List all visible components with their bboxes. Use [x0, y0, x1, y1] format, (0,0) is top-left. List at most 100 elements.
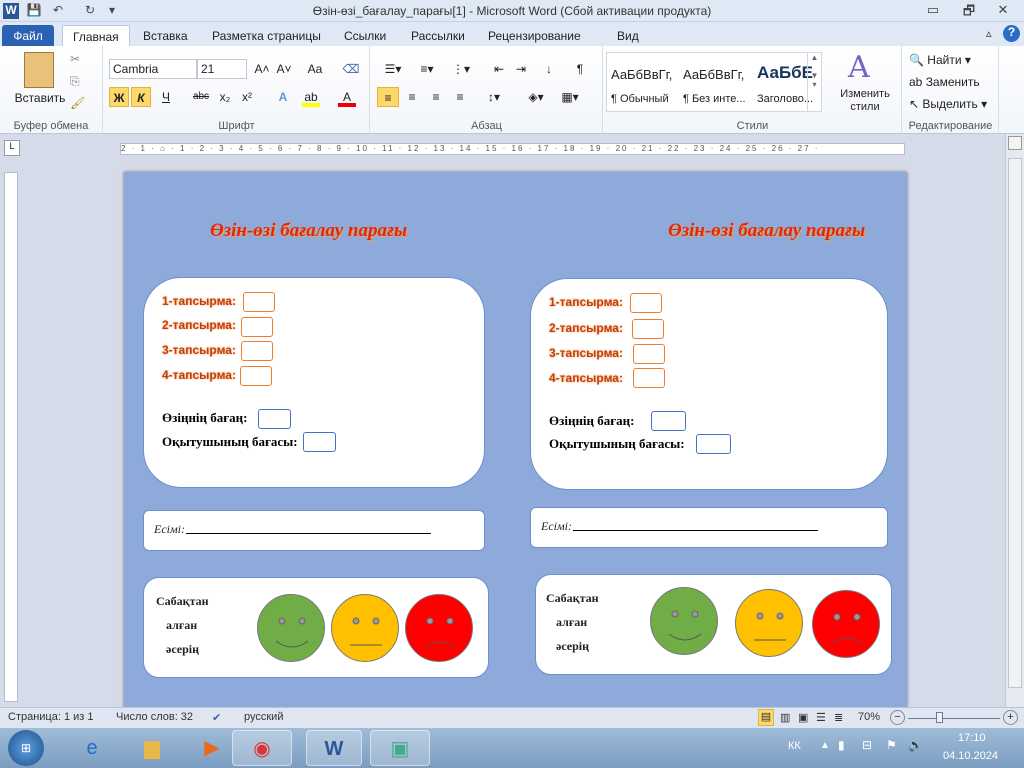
restore-button[interactable]: 🗗	[956, 2, 982, 20]
horizontal-ruler[interactable]: 2 · 1 · ⌂ · 1 · 2 · 3 · 4 · 5 · 6 · 7 · …	[120, 143, 905, 155]
shrink-font-button[interactable]: A˅	[274, 59, 294, 79]
sad-face-icon[interactable]	[405, 594, 473, 662]
full-screen-reading-icon[interactable]: ▥	[780, 711, 790, 724]
align-right-button[interactable]: ≡	[425, 87, 447, 107]
align-center-button[interactable]: ≡	[401, 87, 423, 107]
self-grade-box[interactable]	[651, 411, 686, 431]
style-normal-name[interactable]: ¶ Обычный	[611, 93, 669, 105]
style-heading-preview[interactable]: АаБбЕ	[757, 63, 813, 83]
change-case-button[interactable]: Aa	[304, 59, 326, 79]
document-page[interactable]: Өзін-өзі бағалау парағы 1-тапсырма: 2-та…	[124, 172, 907, 708]
style-no-spacing-name[interactable]: ¶ Без инте...	[683, 93, 746, 105]
word-count[interactable]: Число слов: 32	[116, 711, 193, 723]
zoom-slider-thumb[interactable]	[935, 712, 943, 723]
signal-icon[interactable]: ▮	[838, 738, 845, 752]
action-center-flag-icon[interactable]: ⚑	[886, 738, 897, 752]
change-styles-button[interactable]: Изменить стили	[836, 88, 894, 114]
minimize-ribbon-icon[interactable]: ▵	[986, 27, 992, 40]
neutral-face-icon[interactable]	[735, 589, 803, 657]
draft-view-icon[interactable]: ≣	[834, 711, 843, 724]
show-formatting-button[interactable]: ¶	[571, 59, 589, 79]
chrome-icon[interactable]: ◉	[232, 730, 292, 766]
align-left-button[interactable]: ≡	[377, 87, 399, 107]
paste-icon[interactable]	[24, 52, 54, 88]
bold-button[interactable]: Ж	[109, 87, 129, 107]
start-button[interactable]: ⊞	[8, 730, 44, 766]
select-button[interactable]: ↖ Выделить ▾	[909, 94, 987, 114]
line-spacing-icon[interactable]: ↕▾	[481, 87, 507, 107]
keyboard-language[interactable]: КК	[788, 740, 801, 752]
style-normal-preview[interactable]: АаБбВвГг,	[611, 67, 672, 82]
happy-face-icon[interactable]	[650, 587, 718, 655]
tab-references[interactable]: Ссылки	[334, 25, 396, 47]
style-heading-name[interactable]: Заголово...	[757, 93, 813, 105]
minimize-button[interactable]: ▭	[920, 2, 946, 20]
vertical-ruler[interactable]	[4, 172, 18, 702]
name-box[interactable]: Есімі:	[530, 507, 888, 548]
font-name-select[interactable]: Cambria	[109, 59, 197, 79]
name-box[interactable]: Есімі:	[143, 510, 485, 551]
task-score-box[interactable]	[240, 366, 272, 386]
self-grade-box[interactable]	[258, 409, 291, 429]
task-score-box[interactable]	[633, 344, 665, 364]
sort-icon[interactable]: ↓	[539, 59, 559, 79]
zoom-in-button[interactable]: +	[1003, 710, 1018, 725]
replace-button[interactable]: ab Заменить	[909, 72, 980, 92]
teacher-grade-box[interactable]	[696, 434, 731, 454]
proofing-icon[interactable]: ✔	[212, 711, 221, 724]
volume-icon[interactable]: 🔈	[908, 738, 923, 752]
zoom-out-button[interactable]: −	[890, 710, 905, 725]
underline-button[interactable]: Ч	[156, 87, 176, 107]
styles-scroll[interactable]: ▲ ▼ ▾	[807, 53, 821, 111]
sad-face-icon[interactable]	[812, 590, 880, 658]
tab-mailings[interactable]: Рассылки	[401, 25, 475, 47]
clock-time[interactable]: 17:10	[958, 732, 986, 744]
help-icon[interactable]: ?	[1003, 25, 1020, 42]
multilevel-list-icon[interactable]: ⋮▾	[447, 59, 475, 79]
bullets-icon[interactable]: ☰▾	[379, 59, 407, 79]
tab-review[interactable]: Рецензирование	[478, 25, 591, 47]
font-size-select[interactable]: 21	[197, 59, 247, 79]
web-layout-icon[interactable]: ▣	[798, 711, 808, 724]
task-score-box[interactable]	[243, 292, 275, 312]
shading-icon[interactable]: ◈▾	[523, 87, 549, 107]
task-score-box[interactable]	[630, 293, 662, 313]
superscript-button[interactable]: x²	[238, 87, 256, 107]
find-button[interactable]: 🔍 Найти ▾	[909, 50, 971, 70]
copy-icon[interactable]: ⎘	[70, 74, 80, 89]
clock-date[interactable]: 04.10.2024	[943, 750, 998, 762]
highlight-color-icon[interactable]: ab	[302, 87, 320, 107]
teacher-grade-box[interactable]	[303, 432, 336, 452]
zoom-level[interactable]: 70%	[858, 711, 880, 723]
style-no-spacing-preview[interactable]: АаБбВвГг,	[683, 67, 744, 82]
language[interactable]: русский	[244, 711, 283, 723]
photo-viewer-icon[interactable]: ▣	[370, 730, 430, 766]
task-score-box[interactable]	[633, 368, 665, 388]
happy-face-icon[interactable]	[257, 594, 325, 662]
network-icon[interactable]: ⊟	[862, 738, 872, 752]
text-effects-icon[interactable]: A	[274, 87, 292, 107]
outline-view-icon[interactable]: ☰	[816, 711, 826, 724]
print-layout-view-icon[interactable]: ▤	[758, 709, 774, 726]
numbering-icon[interactable]: ≡▾	[413, 59, 441, 79]
italic-button[interactable]: К	[131, 87, 151, 107]
paste-button[interactable]: Вставить	[6, 88, 74, 108]
justify-button[interactable]: ≡	[449, 87, 471, 107]
word-taskbar-icon[interactable]: W	[306, 730, 362, 766]
increase-indent-icon[interactable]: ⇥	[511, 59, 531, 79]
format-painter-icon[interactable]: 🖌	[70, 96, 85, 110]
borders-icon[interactable]: ▦▾	[557, 87, 583, 107]
zoom-slider[interactable]	[908, 718, 1000, 719]
change-styles-icon[interactable]: A	[848, 50, 870, 85]
cut-icon[interactable]: ✂	[70, 52, 80, 66]
close-button[interactable]: ✕	[990, 2, 1016, 20]
tab-selector[interactable]: L	[4, 140, 20, 156]
subscript-button[interactable]: x₂	[216, 87, 234, 107]
neutral-face-icon[interactable]	[331, 594, 399, 662]
vertical-scrollbar[interactable]	[1005, 134, 1024, 707]
page-count[interactable]: Страница: 1 из 1	[8, 711, 94, 723]
scroll-thumb[interactable]	[1008, 158, 1022, 688]
decrease-indent-icon[interactable]: ⇤	[489, 59, 509, 79]
tab-insert[interactable]: Вставка	[133, 25, 198, 47]
task-score-box[interactable]	[241, 317, 273, 337]
